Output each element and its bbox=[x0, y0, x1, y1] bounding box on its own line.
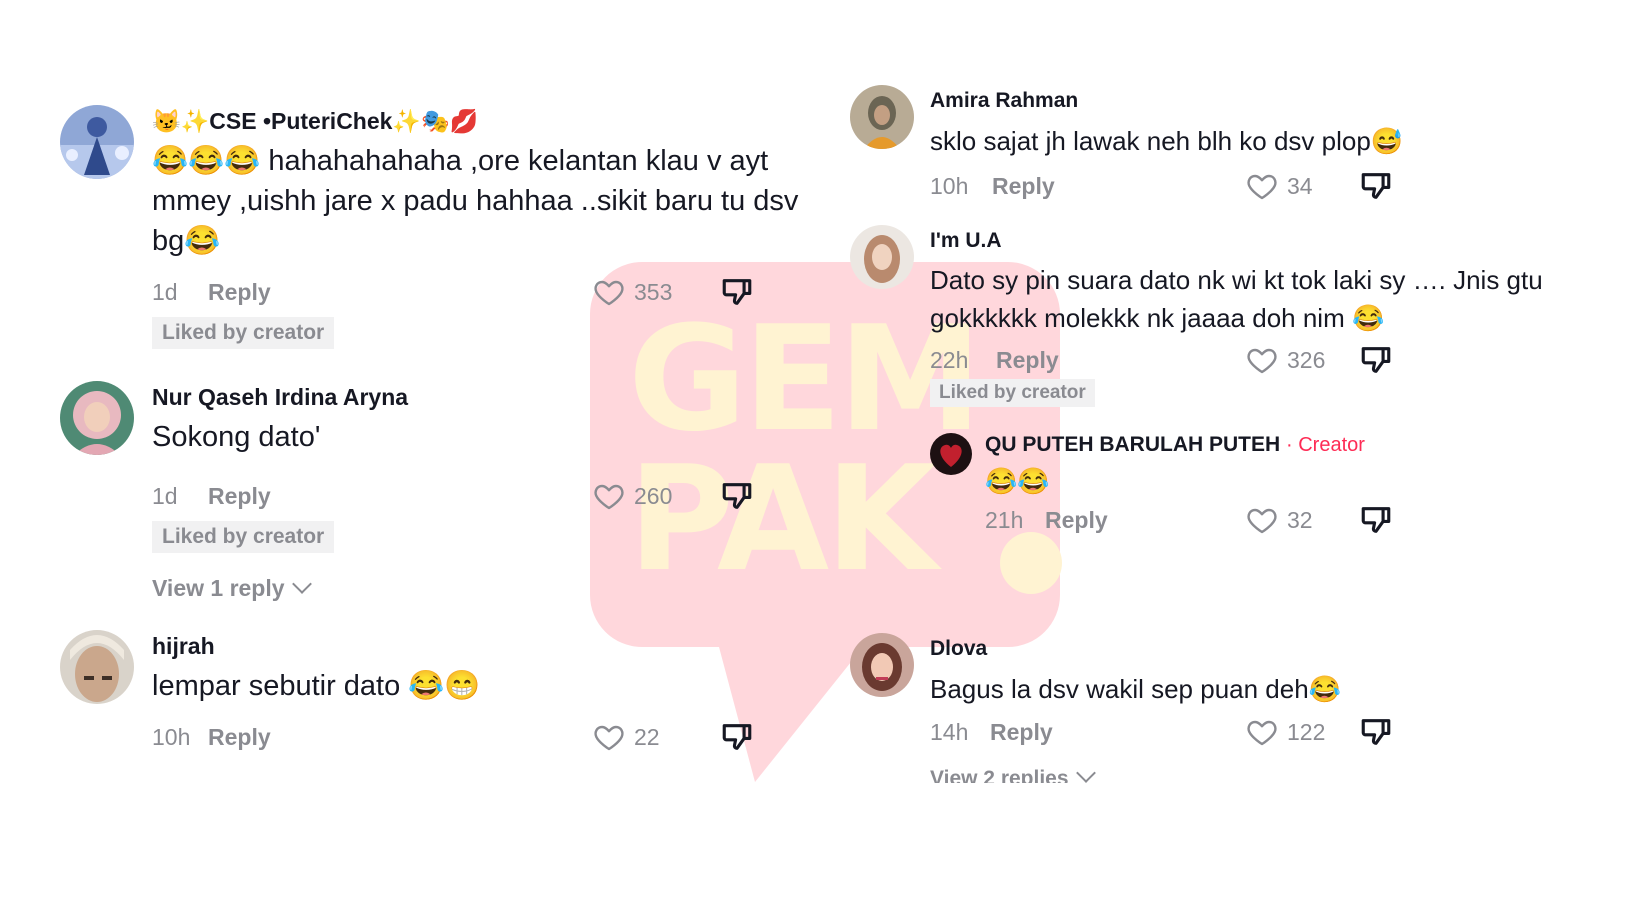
comment-timestamp: 21h bbox=[985, 507, 1024, 533]
comment-timestamp: 10h bbox=[930, 173, 969, 199]
thumbs-down-outline-icon[interactable] bbox=[1359, 715, 1393, 749]
comment-text: Bagus la dsv wakil sep puan deh😂 bbox=[930, 674, 1342, 704]
avatar[interactable] bbox=[60, 630, 134, 704]
heart-outline-icon[interactable] bbox=[592, 276, 626, 308]
heart-outline-icon[interactable] bbox=[1245, 170, 1279, 202]
liked-by-creator-badge: Liked by creator bbox=[930, 379, 1095, 407]
view-replies-label: View 2 replies bbox=[930, 767, 1069, 783]
comment-username[interactable]: Nur Qaseh Irdina Aryna bbox=[152, 381, 820, 413]
chevron-down-icon bbox=[291, 574, 312, 594]
creator-reply: QU PUTEH BARULAH PUTEH · Creator 😂😂 21h … bbox=[930, 429, 1550, 541]
comment-timestamp: 1d bbox=[152, 279, 178, 305]
avatar[interactable] bbox=[850, 225, 914, 289]
liked-by-creator-badge: Liked by creator bbox=[152, 317, 335, 349]
comment-text: Sokong dato' bbox=[152, 421, 321, 453]
reply-username-text: QU PUTEH BARULAH PUTEH bbox=[985, 433, 1281, 456]
thumbs-down-outline-icon[interactable] bbox=[1359, 503, 1393, 537]
view-replies-button[interactable]: View 1 reply bbox=[152, 574, 820, 602]
like-count: 326 bbox=[1287, 347, 1326, 373]
thumbs-down-outline-icon[interactable] bbox=[720, 275, 754, 309]
like-count: 32 bbox=[1287, 507, 1313, 533]
thumbs-down-outline-icon[interactable] bbox=[720, 720, 754, 754]
comment-username[interactable]: Dlova bbox=[930, 633, 1550, 665]
avatar[interactable] bbox=[850, 85, 914, 149]
avatar[interactable] bbox=[930, 433, 972, 475]
reply-button[interactable]: Reply bbox=[208, 483, 271, 510]
heart-outline-icon[interactable] bbox=[592, 721, 626, 753]
avatar[interactable] bbox=[60, 381, 134, 455]
like-count: 22 bbox=[634, 724, 660, 750]
reply-button[interactable]: Reply bbox=[208, 724, 271, 751]
thumbs-down-outline-icon[interactable] bbox=[720, 479, 754, 513]
reply-button[interactable]: Reply bbox=[1045, 507, 1108, 534]
comment-text: sklo sajat jh lawak neh blh ko dsv plop😅 bbox=[930, 126, 1404, 156]
heart-outline-icon[interactable] bbox=[1245, 504, 1279, 536]
reply-button[interactable]: Reply bbox=[208, 279, 271, 306]
comment-text: 😂😂😂 hahahahahaha ,ore kelantan klau v ay… bbox=[152, 145, 799, 257]
reply-button[interactable]: Reply bbox=[992, 173, 1055, 200]
like-count: 122 bbox=[1287, 719, 1326, 745]
chevron-down-icon bbox=[1075, 763, 1096, 783]
reply-button[interactable]: Reply bbox=[990, 719, 1053, 746]
comment-text: Dato sy pin suara dato nk wi kt tok laki… bbox=[930, 265, 1543, 333]
heart-outline-icon[interactable] bbox=[1245, 716, 1279, 748]
comments-column-left: 😼✨CSE •PuteriChek✨🎭💋 😂😂😂 hahahahahaha ,o… bbox=[60, 100, 820, 768]
view-replies-button[interactable]: View 2 replies bbox=[930, 763, 1550, 783]
comment-timestamp: 14h bbox=[930, 719, 969, 745]
comment-timestamp: 1d bbox=[152, 483, 178, 509]
comment-timestamp: 10h bbox=[152, 724, 191, 750]
thumbs-down-outline-icon[interactable] bbox=[1359, 169, 1393, 203]
comment-text: lempar sebutir dato 😂😁 bbox=[152, 670, 481, 702]
like-count: 34 bbox=[1287, 173, 1313, 199]
like-count: 260 bbox=[634, 483, 673, 509]
comment-username[interactable]: 😼✨CSE •PuteriChek✨🎭💋 bbox=[152, 105, 820, 137]
reply-button[interactable]: Reply bbox=[996, 347, 1059, 374]
view-replies-label: View 1 reply bbox=[152, 575, 285, 601]
reply-username[interactable]: QU PUTEH BARULAH PUTEH · Creator bbox=[985, 429, 1550, 461]
heart-outline-icon[interactable] bbox=[592, 480, 626, 512]
heart-outline-icon[interactable] bbox=[1245, 344, 1279, 376]
comment-username[interactable]: I'm U.A bbox=[930, 225, 1550, 257]
comments-column-right: Amira Rahman sklo sajat jh lawak neh blh… bbox=[850, 85, 1550, 783]
comment-username[interactable]: Amira Rahman bbox=[930, 85, 1550, 117]
comment-timestamp: 22h bbox=[930, 347, 969, 373]
avatar[interactable] bbox=[850, 633, 914, 697]
thumbs-down-outline-icon[interactable] bbox=[1359, 343, 1393, 377]
liked-by-creator-badge: Liked by creator bbox=[152, 521, 335, 553]
comment-text: 😂😂 bbox=[985, 466, 1050, 496]
creator-tag: · Creator bbox=[1286, 434, 1365, 456]
like-count: 353 bbox=[634, 279, 673, 305]
comment-username[interactable]: hijrah bbox=[152, 630, 820, 662]
avatar[interactable] bbox=[60, 105, 134, 179]
